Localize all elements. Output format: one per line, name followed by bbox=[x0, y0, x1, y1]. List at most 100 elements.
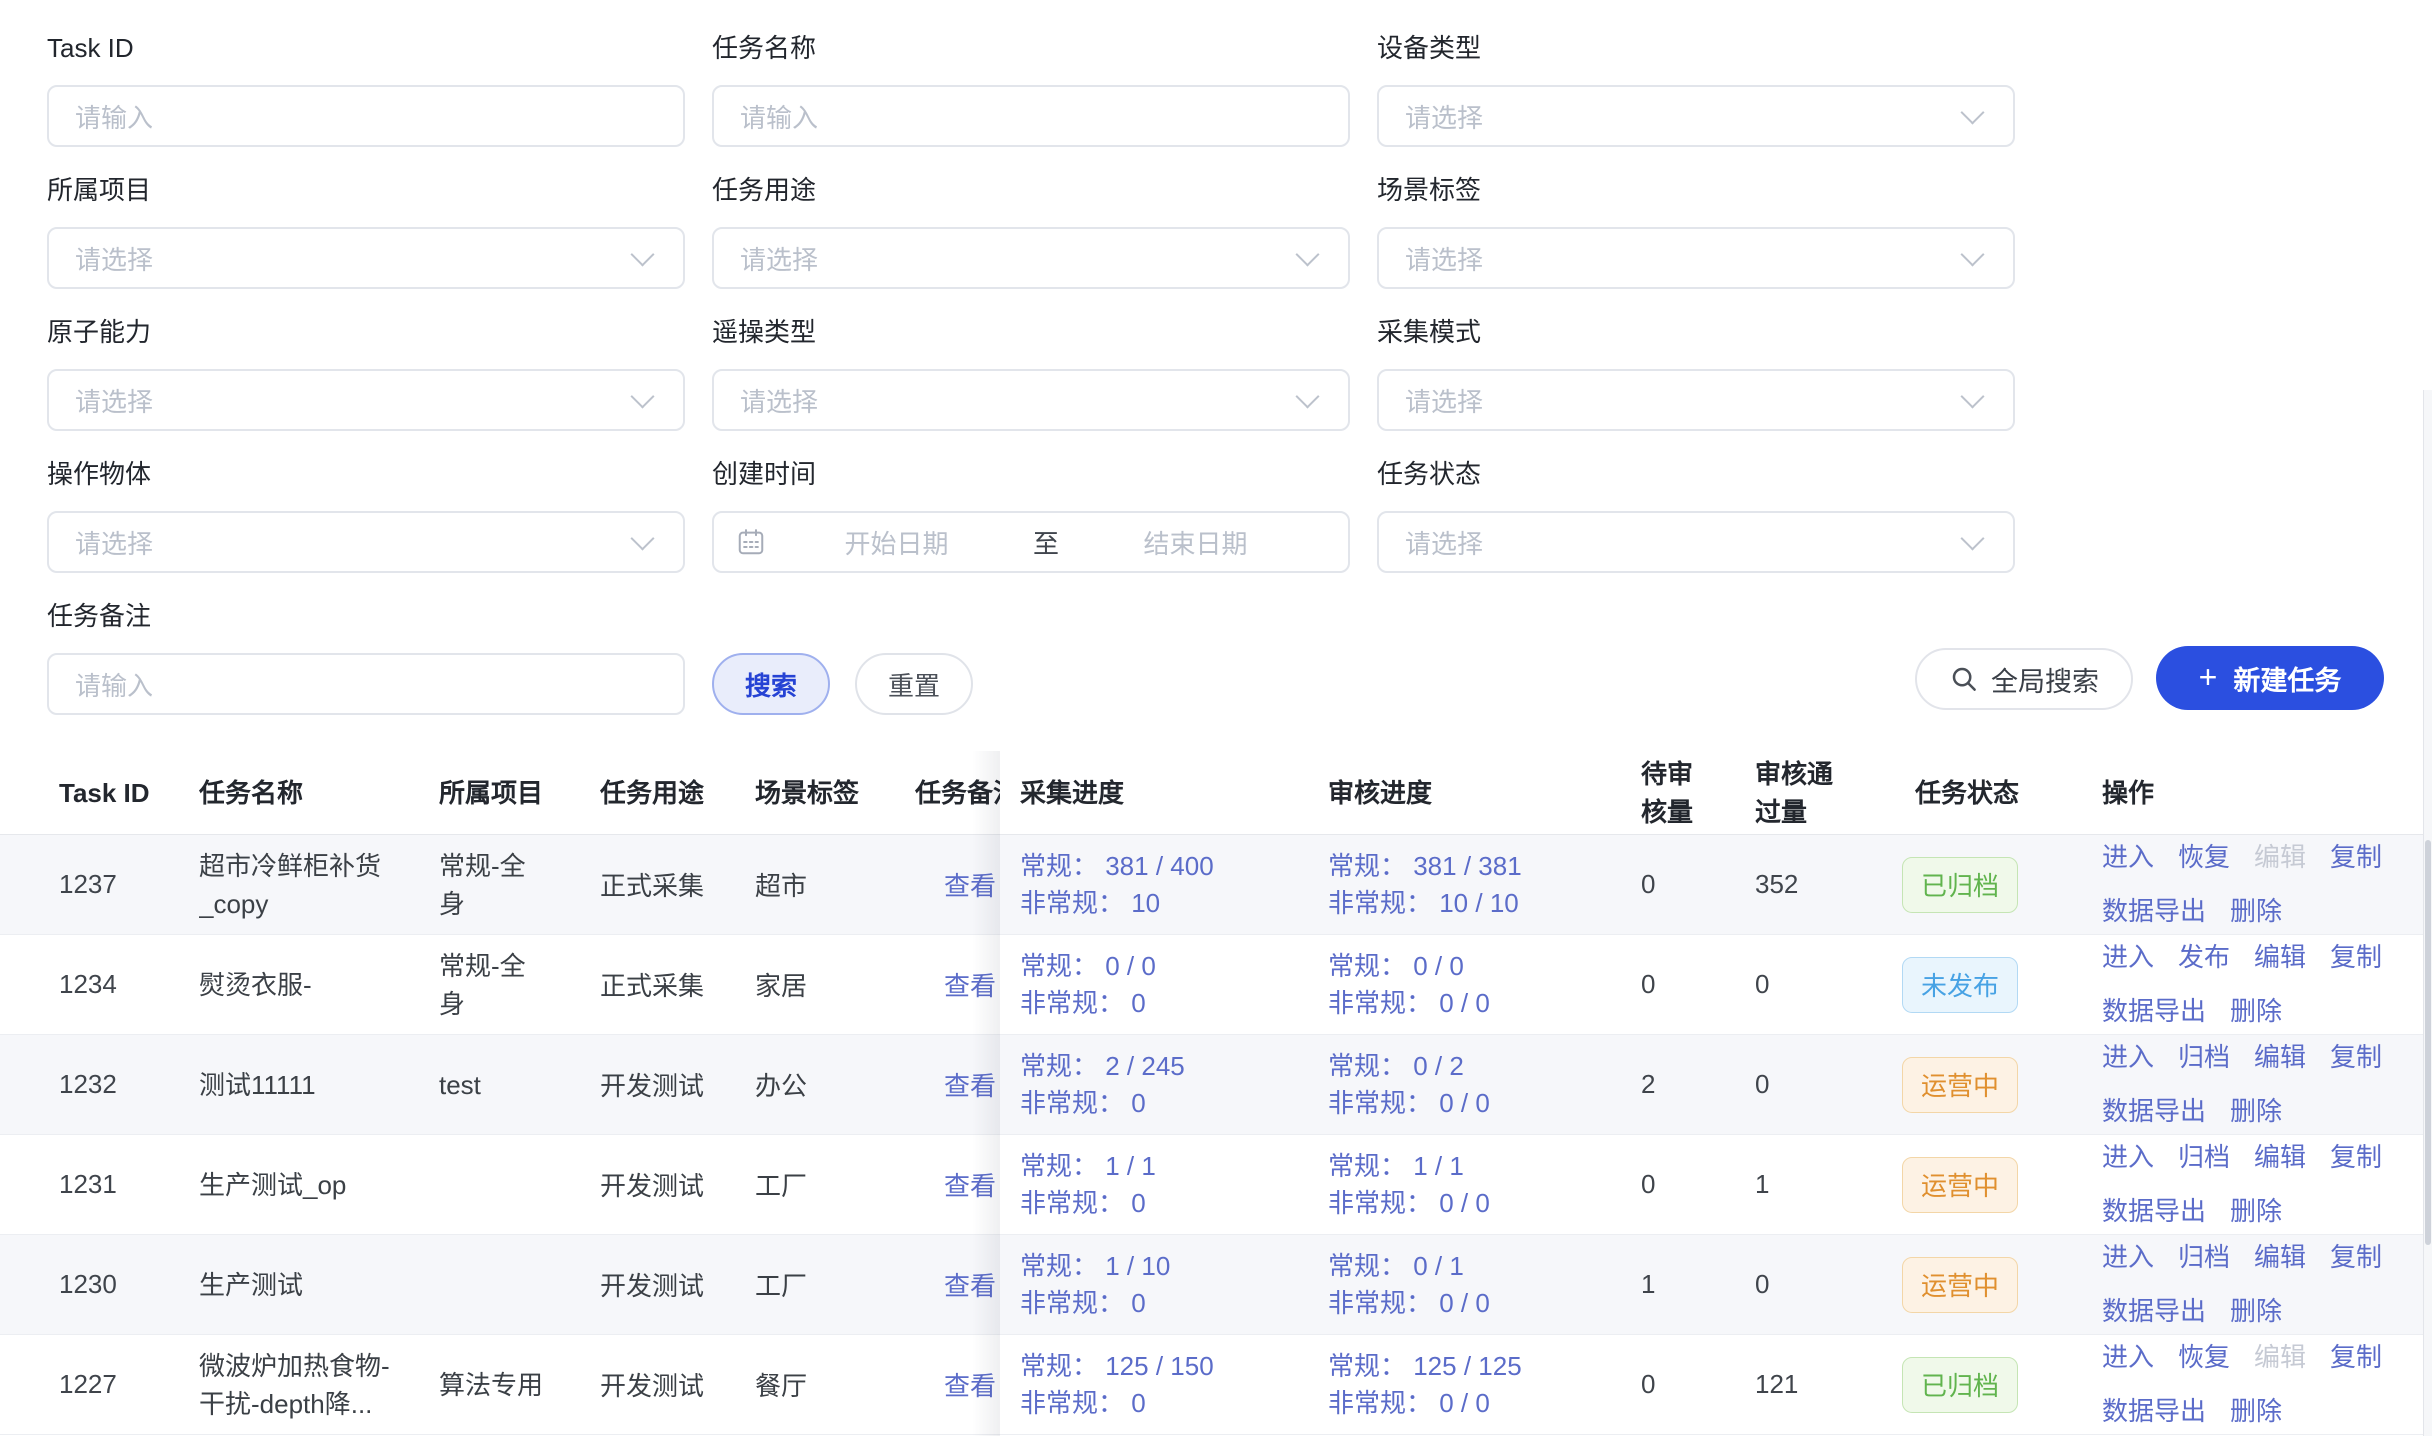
cell-review-progress: 常规： 0 / 1非常规： 0 / 0 bbox=[1328, 1235, 1633, 1334]
action-link[interactable]: 进入 bbox=[2102, 1239, 2154, 1276]
action-link[interactable]: 进入 bbox=[2102, 1039, 2154, 1076]
view-remark-link[interactable]: 查看 bbox=[915, 1366, 996, 1403]
filter-field: 任务用途 请选择 bbox=[712, 175, 1350, 289]
action-link[interactable]: 数据导出 bbox=[2102, 893, 2206, 930]
action-link[interactable]: 进入 bbox=[2102, 1139, 2154, 1176]
create-task-button[interactable]: + 新建任务 bbox=[2156, 646, 2384, 710]
column-header: 审核通 过量 bbox=[1747, 751, 1895, 834]
action-link[interactable]: 进入 bbox=[2102, 839, 2154, 876]
select-placeholder: 请选择 bbox=[1405, 382, 1483, 419]
action-link[interactable]: 恢复 bbox=[2178, 1339, 2230, 1376]
action-link[interactable]: 复制 bbox=[2330, 1139, 2382, 1176]
action-link[interactable]: 编辑 bbox=[2254, 939, 2306, 976]
cell-pending-count: 0 bbox=[1633, 835, 1747, 934]
action-link[interactable]: 进入 bbox=[2102, 939, 2154, 976]
view-remark-link[interactable]: 查看 bbox=[915, 866, 996, 903]
view-remark-link[interactable]: 查看 bbox=[915, 966, 996, 1003]
end-date-placeholder: 结束日期 bbox=[1065, 524, 1326, 561]
cell-remark: 查看 bbox=[915, 1135, 1000, 1234]
cell-approved-count: 121 bbox=[1747, 1335, 1895, 1434]
date-separator: 至 bbox=[1033, 524, 1059, 561]
cell-scene: 家居 bbox=[755, 935, 915, 1034]
select-input[interactable]: 请选择 bbox=[1377, 511, 2015, 573]
cell-review-progress: 常规： 1 / 1非常规： 0 / 0 bbox=[1328, 1135, 1633, 1234]
search-button[interactable]: 搜索 bbox=[712, 653, 830, 715]
action-link[interactable]: 数据导出 bbox=[2102, 1193, 2206, 1230]
action-link[interactable]: 归档 bbox=[2178, 1039, 2230, 1076]
action-link[interactable]: 删除 bbox=[2230, 1193, 2282, 1230]
action-link[interactable]: 数据导出 bbox=[2102, 1293, 2206, 1330]
cell-status: 运营中 bbox=[1895, 1235, 2082, 1334]
action-link[interactable]: 数据导出 bbox=[2102, 1393, 2206, 1430]
action-link[interactable]: 删除 bbox=[2230, 1393, 2282, 1430]
cell-approved-count: 352 bbox=[1747, 835, 1895, 934]
action-link[interactable]: 编辑 bbox=[2254, 1039, 2306, 1076]
cell-pending-count: 2 bbox=[1633, 1035, 1747, 1134]
task-table: Task ID任务名称所属项目任务用途场景标签任务备注采集进度审核进度待审 核量… bbox=[0, 751, 2432, 1435]
column-header: 待审 核量 bbox=[1633, 751, 1747, 834]
status-badge: 已归档 bbox=[1902, 857, 2018, 913]
cell-task-name: 微波炉加热食物- 干扰-depth降... bbox=[199, 1335, 439, 1434]
cell-actions: 进入恢复编辑复制数据导出删除 bbox=[2082, 835, 2432, 934]
action-link[interactable]: 复制 bbox=[2330, 1339, 2382, 1376]
select-input[interactable]: 请选择 bbox=[712, 369, 1350, 431]
cell-project bbox=[439, 1135, 600, 1234]
action-link[interactable]: 复制 bbox=[2330, 939, 2382, 976]
filter-field-label: 采集模式 bbox=[1377, 317, 2015, 347]
action-link[interactable]: 数据导出 bbox=[2102, 1093, 2206, 1130]
cell-approved-count: 1 bbox=[1747, 1135, 1895, 1234]
action-link[interactable]: 归档 bbox=[2178, 1139, 2230, 1176]
column-header: 操作 bbox=[2082, 751, 2432, 834]
action-link[interactable]: 删除 bbox=[2230, 893, 2282, 930]
cell-scene: 超市 bbox=[755, 835, 915, 934]
cell-purpose: 开发测试 bbox=[600, 1335, 755, 1434]
input-placeholder: 请输入 bbox=[75, 666, 153, 703]
select-input[interactable]: 请选择 bbox=[47, 511, 685, 573]
scrollbar-track[interactable] bbox=[2423, 390, 2432, 1436]
select-input[interactable]: 请选择 bbox=[47, 227, 685, 289]
action-link[interactable]: 发布 bbox=[2178, 939, 2230, 976]
select-input[interactable]: 请选择 bbox=[1377, 227, 2015, 289]
filter-field-label: 任务用途 bbox=[712, 175, 1350, 205]
chevron-down-icon bbox=[630, 384, 654, 408]
action-link[interactable]: 复制 bbox=[2330, 1239, 2382, 1276]
select-input[interactable]: 请选择 bbox=[1377, 85, 2015, 147]
view-remark-link[interactable]: 查看 bbox=[915, 1066, 996, 1103]
reset-button[interactable]: 重置 bbox=[855, 653, 973, 715]
action-link[interactable]: 编辑 bbox=[2254, 1139, 2306, 1176]
date-range-input[interactable]: 开始日期 至 结束日期 bbox=[712, 511, 1350, 573]
view-remark-link[interactable]: 查看 bbox=[915, 1166, 996, 1203]
filter-field: 创建时间 开始日期 至 结束日期 bbox=[712, 459, 1350, 573]
cell-purpose: 开发测试 bbox=[600, 1135, 755, 1234]
action-link: 编辑 bbox=[2254, 839, 2306, 876]
cell-actions: 进入归档编辑复制数据导出删除 bbox=[2082, 1235, 2432, 1334]
cell-pending-count: 0 bbox=[1633, 1135, 1747, 1234]
filter-form: Task ID 请输入 任务名称 请输入 设备类型 请选择 所属项目 请选择 任… bbox=[47, 33, 2015, 715]
select-input[interactable]: 请选择 bbox=[1377, 369, 2015, 431]
select-input[interactable]: 请选择 bbox=[712, 227, 1350, 289]
action-link[interactable]: 删除 bbox=[2230, 1293, 2282, 1330]
action-link[interactable]: 数据导出 bbox=[2102, 993, 2206, 1030]
plus-icon: + bbox=[2199, 661, 2218, 693]
cell-remark: 查看 bbox=[915, 935, 1000, 1034]
global-search-button[interactable]: 全局搜索 bbox=[1915, 648, 2133, 710]
view-remark-link[interactable]: 查看 bbox=[915, 1266, 996, 1303]
filter-field-label: 创建时间 bbox=[712, 459, 1350, 489]
action-link[interactable]: 删除 bbox=[2230, 1093, 2282, 1130]
scrollbar-thumb[interactable] bbox=[2425, 840, 2431, 1245]
filter-field-label: 所属项目 bbox=[47, 175, 685, 205]
action-link[interactable]: 删除 bbox=[2230, 993, 2282, 1030]
action-link[interactable]: 复制 bbox=[2330, 1039, 2382, 1076]
action-link[interactable]: 归档 bbox=[2178, 1239, 2230, 1276]
cell-remark: 查看 bbox=[915, 835, 1000, 934]
action-link[interactable]: 复制 bbox=[2330, 839, 2382, 876]
text-input[interactable]: 请输入 bbox=[712, 85, 1350, 147]
action-link[interactable]: 进入 bbox=[2102, 1339, 2154, 1376]
filter-field-label: 设备类型 bbox=[1377, 33, 2015, 63]
action-link[interactable]: 恢复 bbox=[2178, 839, 2230, 876]
select-input[interactable]: 请选择 bbox=[47, 369, 685, 431]
text-input[interactable]: 请输入 bbox=[47, 85, 685, 147]
text-input[interactable]: 请输入 bbox=[47, 653, 685, 715]
calendar-icon bbox=[736, 527, 766, 557]
action-link[interactable]: 编辑 bbox=[2254, 1239, 2306, 1276]
